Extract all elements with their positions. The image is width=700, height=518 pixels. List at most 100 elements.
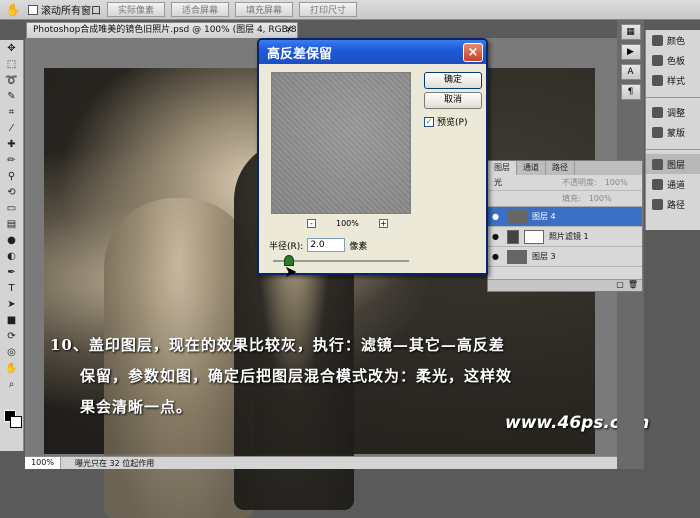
adjustments-icon (652, 106, 663, 118)
path-select-tool-icon[interactable]: ➤ (3, 298, 21, 312)
mouse-pointer-icon: ➤ (284, 262, 298, 281)
visibility-eye-icon[interactable]: ● (492, 252, 502, 261)
zoom-tool-icon[interactable]: ⌕ (3, 378, 21, 392)
dock-item-layers[interactable]: 图层 (646, 154, 700, 174)
layer-row[interactable]: ● 图层 4 (488, 207, 642, 227)
3d-rotate-tool-icon[interactable]: ⟳ (3, 330, 21, 344)
checkmark-icon[interactable]: ✓ (424, 116, 434, 127)
3d-orbit-tool-icon[interactable]: ◎ (3, 346, 21, 360)
checkbox-box[interactable] (28, 4, 38, 15)
brush-tool-icon[interactable]: ✏ (3, 154, 21, 168)
visibility-eye-icon[interactable]: ● (492, 212, 502, 221)
masks-icon (652, 126, 663, 138)
history-panel-icon[interactable]: ▦ (620, 24, 641, 40)
panel-dock: 颜色 色板 样式 调整 蒙版 图层 通道 路径 (645, 30, 700, 230)
dock-item-adjustments[interactable]: 调整 (646, 102, 700, 122)
paragraph-panel-icon[interactable]: ¶ (620, 84, 641, 100)
options-bar: ✋ 滚动所有窗口 实际像素 适合屏幕 填充屏幕 打印尺寸 (0, 0, 700, 20)
blend-mode-select[interactable]: 光 (494, 177, 554, 188)
fill-label: 填充: (562, 194, 581, 203)
layers-icon (652, 158, 663, 170)
layer-row[interactable]: ● 图层 3 (488, 247, 642, 267)
dock-item-label: 颜色 (667, 36, 686, 47)
visibility-eye-icon[interactable]: ● (492, 232, 502, 241)
status-bar: 100% 曝光只在 32 位起作用 (25, 456, 617, 469)
actual-pixels-button[interactable]: 实际像素 (107, 2, 166, 17)
type-tool-icon[interactable]: T (3, 282, 21, 296)
adjustment-icon (507, 229, 519, 244)
dock-item-styles[interactable]: 样式 (646, 70, 700, 90)
layer-name: 图层 3 (532, 252, 556, 261)
dock-item-label: 路径 (667, 200, 686, 211)
opacity-value[interactable]: 100% (605, 178, 628, 187)
preview-checkbox[interactable]: ✓ 预览(P) (424, 115, 467, 128)
cancel-button[interactable]: 取消 (424, 92, 482, 109)
clone-stamp-tool-icon[interactable]: ⚲ (3, 170, 21, 184)
channels-icon (652, 178, 663, 190)
close-document-icon[interactable]: × (285, 23, 293, 38)
layers-panel: 图层 通道 路径 光 不透明度: 100% 填充: 100% ● 图层 4 ● … (487, 160, 643, 292)
healing-tool-icon[interactable]: ✚ (3, 138, 21, 152)
layer-row[interactable]: ● 照片滤镜 1 (488, 227, 642, 247)
styles-icon (652, 74, 663, 86)
lasso-tool-icon[interactable]: ➰ (3, 74, 21, 88)
dialog-close-icon[interactable]: × (463, 43, 483, 62)
character-panel-icon[interactable]: A (620, 64, 641, 80)
radius-row: 半径(R): 像素 (269, 238, 367, 252)
tab-paths[interactable]: 路径 (546, 161, 575, 175)
tab-layers[interactable]: 图层 (488, 161, 517, 175)
hand-tool-icon[interactable]: ✋ (4, 2, 22, 18)
dock-separator (646, 90, 700, 98)
dock-item-label: 样式 (667, 76, 686, 87)
dock-item-paths[interactable]: 路径 (646, 194, 700, 214)
paths-icon (652, 198, 663, 210)
dock-item-swatches[interactable]: 色板 (646, 50, 700, 70)
gradient-tool-icon[interactable]: ▤ (3, 218, 21, 232)
history-brush-tool-icon[interactable]: ⟲ (3, 186, 21, 200)
dock-item-label: 图层 (667, 160, 686, 171)
actions-panel-icon[interactable]: ▶ (620, 44, 641, 60)
filter-preview[interactable] (271, 72, 411, 214)
dialog-titlebar[interactable]: 高反差保留 (259, 40, 486, 64)
fill-screen-button[interactable]: 填充屏幕 (235, 2, 294, 17)
eyedropper-tool-icon[interactable]: ⁄ (3, 122, 21, 136)
dock-item-masks[interactable]: 蒙版 (646, 122, 700, 142)
blend-row: 光 不透明度: 100% (488, 175, 642, 191)
layer-mask-thumbnail (524, 229, 544, 244)
zoom-level[interactable]: 100% (25, 457, 61, 469)
radius-input[interactable] (307, 238, 346, 252)
zoom-in-button[interactable]: + (378, 219, 388, 228)
document-title: Photoshop合成唯美的镜色旧照片.psd @ 100% (图层 4, RG… (33, 25, 298, 35)
background-color-swatch[interactable] (10, 416, 22, 428)
dock-item-channels[interactable]: 通道 (646, 174, 700, 194)
radius-label: 半径(R): (269, 241, 304, 252)
print-size-button[interactable]: 打印尺寸 (299, 2, 358, 17)
quick-select-tool-icon[interactable]: ✎ (3, 90, 21, 104)
dock-item-label: 调整 (667, 108, 686, 119)
marquee-tool-icon[interactable]: ⬚ (3, 58, 21, 72)
zoom-out-button[interactable]: - (307, 219, 316, 228)
document-tab[interactable]: Photoshop合成唯美的镜色旧照片.psd @ 100% (图层 4, RG… (26, 22, 298, 38)
layer-name: 图层 4 (532, 212, 556, 221)
hand-tool-icon[interactable]: ✋ (3, 362, 21, 376)
tutorial-caption: 10、盖印图层，现在的效果比较灰，执行：滤镜—其它—高反差 保留，参数如图，确定… (50, 330, 595, 423)
fit-screen-button[interactable]: 适合屏幕 (171, 2, 230, 17)
move-tool-icon[interactable]: ✥ (3, 42, 21, 56)
ok-button[interactable]: 确定 (424, 72, 482, 89)
crop-tool-icon[interactable]: ⌗ (3, 106, 21, 120)
pen-tool-icon[interactable]: ✒ (3, 266, 21, 280)
dodge-tool-icon[interactable]: ◐ (3, 250, 21, 264)
dock-item-color[interactable]: 颜色 (646, 30, 700, 50)
eraser-tool-icon[interactable]: ▭ (3, 202, 21, 216)
new-layer-icon[interactable]: ▢ (616, 280, 624, 291)
shape-tool-icon[interactable]: ■ (3, 314, 21, 328)
status-info: 曝光只在 32 位起作用 (75, 458, 155, 468)
fill-value[interactable]: 100% (589, 194, 612, 203)
blur-tool-icon[interactable]: ● (3, 234, 21, 248)
preview-zoom-label: 100% (336, 219, 359, 228)
scroll-all-windows-checkbox[interactable]: 滚动所有窗口 (28, 2, 101, 17)
delete-layer-icon[interactable]: 🗑 (628, 280, 638, 291)
dialog-title: 高反差保留 (267, 46, 333, 62)
tab-channels[interactable]: 通道 (517, 161, 546, 175)
dock-item-label: 色板 (667, 56, 686, 67)
